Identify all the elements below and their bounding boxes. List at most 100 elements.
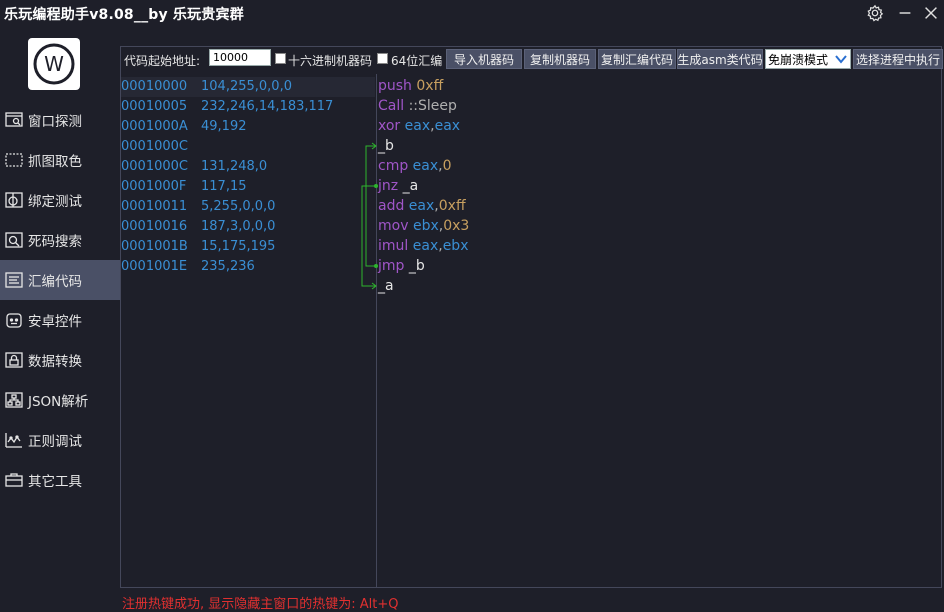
asm-row[interactable]: _b [378,136,394,156]
hex-row[interactable]: 0001000C 131,248,0 [121,157,375,177]
close-button[interactable] [920,2,942,24]
toolbar: 代码起始地址: 10000 十六进制机器码 64位汇编 导入机器码 复制机器码 … [124,48,944,70]
hex-row-address: 0001000C [121,159,188,174]
asm-row[interactable]: push 0xff [378,76,443,96]
sidebar-item-label: 死码搜索 [28,234,82,250]
hex-row[interactable]: 0001000A 49,192 [121,117,375,137]
android-icon [4,310,24,330]
asm-row[interactable]: jnz _a [378,176,418,196]
hex-row-address: 00010000 [121,79,188,94]
hex-row-bytes: 15,175,195 [201,239,276,254]
asm-operand: 0x3 [443,218,470,234]
asm-operand: _b [404,258,425,274]
jump-arrows [361,142,378,290]
asm-operand: eax [404,198,435,214]
hex-row[interactable]: 0001000C [121,137,375,157]
logo-icon: W [33,43,75,85]
search-icon [4,230,24,250]
mode-select-value: 免崩溃模式 [768,52,829,67]
hex-row[interactable]: 0001000F 117,15 [121,177,375,197]
hex-row-bytes: 49,192 [201,119,247,134]
sidebar-item-label: 窗口探测 [28,114,82,130]
asm-operand: _a [398,178,419,194]
sidebar-item-capture[interactable]: 抓图取色 [0,140,120,180]
sidebar-item-label: 安卓控件 [28,314,82,330]
copy-machine-code-button[interactable]: 复制机器码 [524,49,596,69]
toolbox-icon [4,470,24,490]
hex-row-bytes: 117,15 [201,179,247,194]
sidebar-item-assembly-code[interactable]: 汇编代码 [0,260,120,300]
asm-operand: _a [378,278,394,294]
bit64-checkbox[interactable] [377,53,388,64]
tree-icon [4,390,24,410]
asm-opcode: cmp [378,158,409,174]
hex-row[interactable]: 0001001B 15,175,195 [121,237,375,257]
sidebar-item-android-controls[interactable]: 安卓控件 [0,300,120,340]
sidebar-item-bind-test[interactable]: 绑定测试 [0,180,120,220]
hex-machine-code-checkbox[interactable] [275,53,286,64]
asm-row[interactable]: Call ::Sleep [378,96,457,116]
sidebar-item-other-tools[interactable]: 其它工具 [0,460,120,500]
execute-in-process-button[interactable]: 选择进程中执行 [853,49,943,69]
asm-row[interactable]: add eax,0xff [378,196,466,216]
asm-operand: eax [408,158,439,174]
chevron-down-icon [835,55,847,64]
window-probe-icon [4,110,24,130]
hex-row-address: 0001000A [121,119,188,134]
asm-operand: ebx [442,238,469,254]
import-machine-code-button[interactable]: 导入机器码 [446,49,522,69]
hex-row-address: 0001001E [121,259,188,274]
hex-row[interactable]: 00010000 104,255,0,0,0 [121,77,375,97]
sidebar-item-regex-debug[interactable]: 正则调试 [0,420,120,460]
hex-row[interactable]: 00010011 5,255,0,0,0 [121,197,375,217]
asm-row[interactable]: jmp _b [378,256,425,276]
sidebar-item-window-probe[interactable]: 窗口探测 [0,100,120,140]
asm-row[interactable]: _a [378,276,394,296]
asm-operand: eax [400,118,431,134]
asm-operand: eax [408,238,439,254]
sidebar-item-dead-code-search[interactable]: 死码搜索 [0,220,120,260]
sidebar-item-label: 汇编代码 [28,274,82,290]
asm-operand: ebx [408,218,439,234]
gear-icon [867,4,884,22]
start-address-input[interactable]: 10000 [209,49,271,66]
asm-row[interactable]: xor eax,eax [378,116,460,136]
copy-assembly-button[interactable]: 复制汇编代码 [598,49,676,69]
asm-operand: 0xff [411,78,444,94]
asm-opcode: imul [378,238,409,254]
hex-row-address: 0001000F [121,179,187,194]
sidebar-item-label: 数据转换 [28,354,82,370]
minimize-button[interactable] [894,2,916,24]
asm-opcode: xor [378,118,401,134]
app-logo: W [28,38,80,90]
hex-row-address: 0001001B [121,239,188,254]
sidebar-item-label: 其它工具 [28,474,82,490]
asm-operand: _b [378,138,394,154]
hex-machine-code-label: 十六进制机器码 [288,54,373,68]
asm-row[interactable]: cmp eax,0 [378,156,452,176]
minimize-icon [899,12,911,14]
asm-row[interactable]: imul eax,ebx [378,236,468,256]
sidebar-item-label: 正则调试 [28,434,82,450]
mode-select[interactable]: 免崩溃模式 [765,49,851,69]
asm-opcode: push [378,78,412,94]
settings-button[interactable] [864,2,886,24]
sidebar-item-json-parse[interactable]: JSON解析 [0,380,120,420]
hex-row-address: 0001000C [121,139,188,154]
hex-row-bytes: 104,255,0,0,0 [201,79,292,94]
hex-row[interactable]: 0001001E 235,236 [121,257,375,277]
generate-asm-class-button[interactable]: 生成asm类代码 [677,49,763,69]
asm-operand: ::Sleep [404,98,457,114]
sidebar-nav: 窗口探测 抓图取色 绑定测试 死码搜索 汇编代码 安卓控件 数据转换 JSON解… [0,100,120,500]
asm-opcode: jnz [378,178,399,194]
sidebar: W 窗口探测 抓图取色 绑定测试 死码搜索 汇编代码 安卓控件 数据转换 JSO… [0,26,120,611]
sidebar-item-label: 抓图取色 [28,154,82,170]
hex-row[interactable]: 00010016 187,3,0,0,0 [121,217,375,237]
hex-row-bytes: 232,246,14,183,117 [201,99,334,114]
asm-row[interactable]: mov ebx,0x3 [378,216,469,236]
status-message: 注册热键成功, 显示隐藏主窗口的热键为: Alt+Q [122,597,399,612]
sidebar-item-data-convert[interactable]: 数据转换 [0,340,120,380]
jump-arrow-jnz-a [361,185,376,287]
asm-operand: 0 [442,158,452,174]
hex-row[interactable]: 00010005 232,246,14,183,117 [121,97,375,117]
